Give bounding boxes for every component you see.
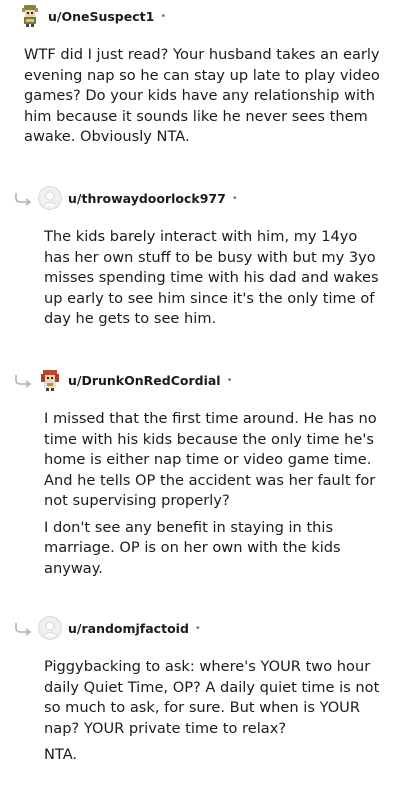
default-avatar-icon	[38, 616, 62, 640]
username[interactable]: u/randomjfactoid	[68, 621, 189, 636]
comment-paragraph: NTA.	[44, 746, 78, 763]
separator-dot: •	[160, 10, 167, 22]
comment-paragraph: The kids barely interact with him, my 14…	[44, 228, 379, 327]
avatar[interactable]	[38, 368, 62, 392]
separator-dot: •	[226, 374, 233, 386]
reply-arrow-icon	[15, 193, 32, 206]
avatar[interactable]	[38, 186, 62, 210]
default-avatar-icon	[38, 186, 62, 210]
comment-body: The kids barely interact with him, my 14…	[44, 227, 380, 336]
comment-body: Piggybacking to ask: where's YOUR two ho…	[44, 657, 380, 772]
username[interactable]: u/throwaydoorlock977	[68, 191, 226, 206]
comment-header: u/randomjfactoid •	[38, 616, 201, 640]
username[interactable]: u/OneSuspect1	[48, 9, 154, 24]
avatar[interactable]	[38, 616, 62, 640]
pixel-character-avatar-icon	[22, 5, 38, 27]
comment-paragraph: I missed that the first time around. He …	[44, 410, 377, 509]
username[interactable]: u/DrunkOnRedCordial	[68, 373, 221, 388]
comment-body: WTF did I just read? Your husband takes …	[24, 45, 384, 154]
reply-arrow-icon	[15, 375, 32, 388]
comment-header: u/DrunkOnRedCordial •	[38, 368, 232, 392]
comment-paragraph: I don't see any benefit in staying in th…	[44, 518, 341, 577]
avatar[interactable]	[18, 4, 42, 28]
separator-dot: •	[194, 622, 201, 634]
comment-body: I missed that the first time around. He …	[44, 409, 380, 585]
separator-dot: •	[231, 192, 238, 204]
comment-header: u/throwaydoorlock977 •	[38, 186, 238, 210]
comment-paragraph: WTF did I just read? Your husband takes …	[24, 46, 380, 145]
reply-arrow-icon	[15, 623, 32, 636]
red-haired-character-avatar-icon	[41, 370, 59, 391]
comment-header: u/OneSuspect1 •	[18, 4, 166, 28]
comment-paragraph: Piggybacking to ask: where's YOUR two ho…	[44, 658, 380, 737]
